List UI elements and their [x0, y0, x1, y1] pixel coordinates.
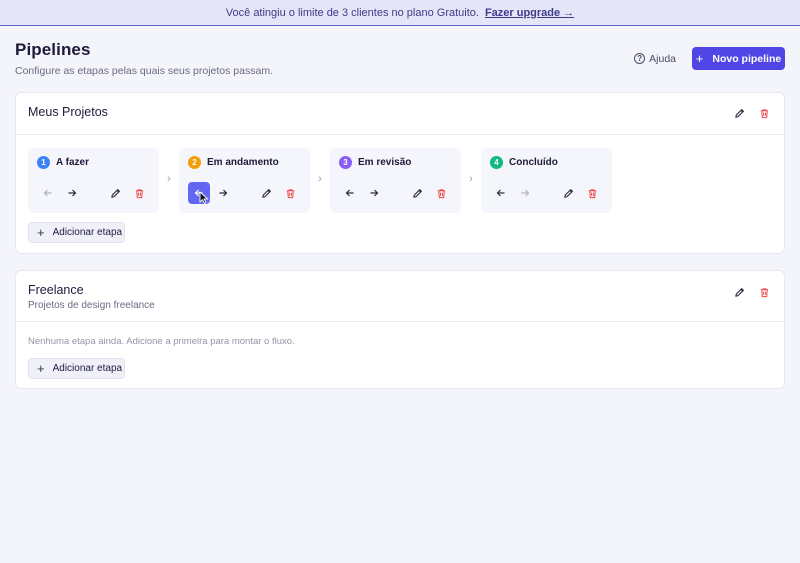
- stage-name: Em revisão: [358, 157, 412, 168]
- move-right-button[interactable]: [61, 182, 83, 204]
- pencil-icon: [563, 188, 573, 198]
- pipeline-card-header: Freelance Projetos de design freelance: [16, 271, 784, 322]
- trash-icon: [437, 188, 445, 198]
- add-stage-button[interactable]: + Adicionar etapa: [28, 222, 125, 243]
- edit-stage-button[interactable]: [406, 182, 428, 204]
- arrow-left-icon: [43, 189, 52, 197]
- help-circle-icon: ?: [634, 53, 646, 64]
- move-right-button[interactable]: [514, 182, 536, 204]
- trash-icon: [760, 108, 768, 118]
- arrow-right-icon: [68, 189, 77, 197]
- help-button[interactable]: ? Ajuda: [628, 49, 682, 69]
- stage-card: 4 Concluído: [481, 148, 612, 213]
- stage-number: 2: [188, 156, 201, 169]
- arrow-right-icon: [370, 189, 379, 197]
- banner-text: Você atingiu o limite de 3 clientes no p…: [225, 6, 479, 19]
- delete-stage-button[interactable]: [128, 182, 150, 204]
- add-stage-label: Adicionar etapa: [52, 363, 123, 374]
- edit-pipeline-button[interactable]: [733, 286, 745, 298]
- plus-icon: +: [37, 360, 45, 376]
- pencil-icon: [734, 108, 744, 118]
- move-left-button[interactable]: [339, 182, 361, 204]
- chevron-right-icon: ›: [318, 173, 322, 185]
- arrow-left-icon: [496, 189, 505, 197]
- stage-separator: ›: [159, 148, 179, 213]
- stage-number: 1: [37, 156, 50, 169]
- arrow-right-icon: [521, 189, 530, 197]
- chevron-right-icon: ›: [469, 173, 473, 185]
- stage-name: Em andamento: [207, 157, 279, 168]
- arrow-left-icon: [345, 189, 354, 197]
- stage-number: 4: [490, 156, 503, 169]
- plus-icon: +: [37, 224, 45, 240]
- trash-icon: [588, 188, 596, 198]
- stage-separator: ›: [310, 148, 330, 213]
- plus-icon: +: [695, 51, 704, 66]
- edit-stage-button[interactable]: [104, 182, 126, 204]
- stage-card: 2 Em andamento: [179, 148, 310, 213]
- add-stage-button[interactable]: + Adicionar etapa: [28, 358, 125, 379]
- new-pipeline-button[interactable]: + Novo pipeline: [692, 47, 785, 70]
- delete-stage-button[interactable]: [430, 182, 452, 204]
- pencil-icon: [734, 287, 744, 297]
- pencil-icon: [412, 188, 422, 198]
- page-header: Pipelines Configure as etapas pelas quai…: [15, 40, 785, 80]
- stage-separator: ›: [461, 148, 481, 213]
- move-right-button[interactable]: [363, 182, 385, 204]
- trash-icon: [135, 188, 143, 198]
- empty-stages-text: Nenhuma etapa ainda. Adicione a primeira…: [28, 336, 295, 347]
- delete-pipeline-button[interactable]: [758, 286, 770, 298]
- stage-list: 1 A fazer › 2 Em andamento › 3 Em revisã…: [28, 148, 612, 213]
- header-actions: ? Ajuda + Novo pipeline: [628, 47, 785, 70]
- stage-number: 3: [339, 156, 352, 169]
- upgrade-link[interactable]: Fazer upgrade →: [485, 7, 574, 19]
- move-left-button[interactable]: [37, 182, 59, 204]
- trash-icon: [760, 287, 768, 297]
- mouse-cursor-icon: [199, 191, 209, 204]
- stage-card: 1 A fazer: [28, 148, 159, 213]
- pipeline-title: Meus Projetos: [28, 105, 108, 119]
- pipeline-actions: [733, 107, 770, 119]
- stage-name: A fazer: [56, 157, 89, 168]
- edit-stage-button[interactable]: [255, 182, 277, 204]
- pipeline-description: Projetos de design freelance: [28, 300, 155, 311]
- delete-pipeline-button[interactable]: [758, 107, 770, 119]
- pipeline-title: Freelance: [28, 283, 84, 297]
- pipeline-card: Meus Projetos 1 A fazer › 2 Em andamento…: [15, 92, 785, 254]
- pencil-icon: [261, 188, 271, 198]
- help-label: Ajuda: [649, 52, 676, 65]
- delete-stage-button[interactable]: [581, 182, 603, 204]
- upgrade-banner: Você atingiu o limite de 3 clientes no p…: [0, 0, 800, 26]
- move-left-button[interactable]: [490, 182, 512, 204]
- chevron-right-icon: ›: [167, 173, 171, 185]
- pencil-icon: [110, 188, 120, 198]
- add-stage-label: Adicionar etapa: [52, 227, 123, 238]
- delete-stage-button[interactable]: [279, 182, 301, 204]
- arrow-right-icon: [219, 189, 228, 197]
- edit-stage-button[interactable]: [557, 182, 579, 204]
- pipeline-card: Freelance Projetos de design freelance N…: [15, 270, 785, 389]
- new-pipeline-label: Novo pipeline: [712, 52, 782, 65]
- move-right-button[interactable]: [212, 182, 234, 204]
- pipeline-actions: [733, 286, 770, 298]
- edit-pipeline-button[interactable]: [733, 107, 745, 119]
- pipeline-card-header: Meus Projetos: [16, 93, 784, 135]
- trash-icon: [286, 188, 294, 198]
- stage-name: Concluído: [509, 157, 558, 168]
- stage-card: 3 Em revisão: [330, 148, 461, 213]
